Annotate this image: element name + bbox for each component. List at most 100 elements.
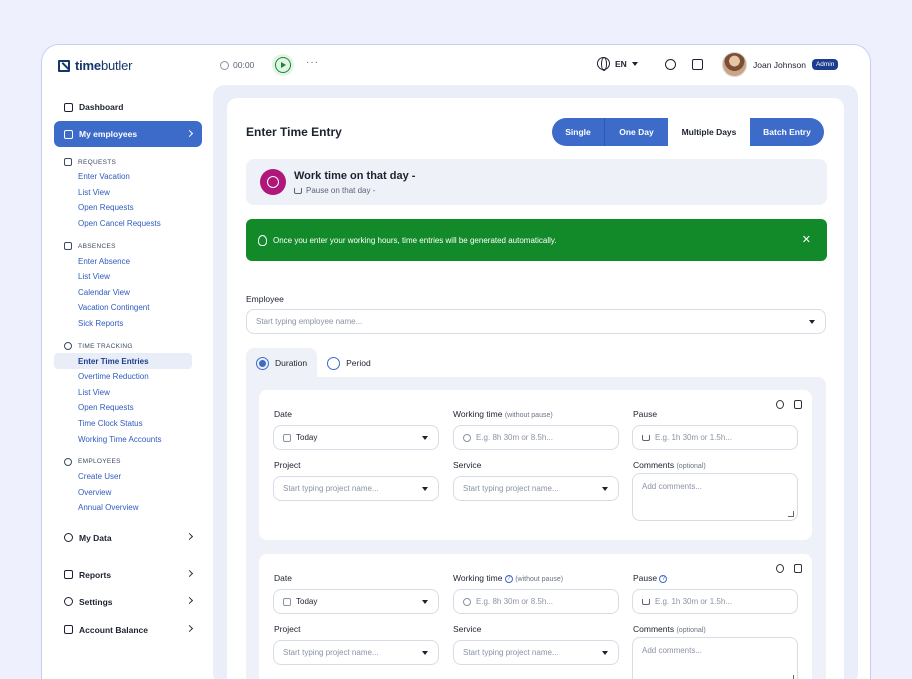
calendar-icon: [283, 433, 291, 442]
employee-placeholder: Start typing employee name...: [256, 317, 363, 326]
coffee-icon: [642, 434, 650, 441]
mode-single-button[interactable]: Single: [552, 118, 605, 146]
chevron-down-icon: [422, 487, 428, 491]
date-select[interactable]: Today: [273, 589, 439, 614]
sidebar-item-label: Settings: [79, 596, 113, 607]
sidebar-item-overview[interactable]: Overview: [54, 485, 202, 501]
more-menu-button[interactable]: ···: [306, 57, 319, 68]
sidebar-item-time-clock-status[interactable]: Time Clock Status: [54, 416, 202, 432]
help-icon[interactable]: ?: [504, 574, 513, 583]
project-select[interactable]: Start typing project name...: [273, 640, 439, 665]
close-icon[interactable]: ✕: [802, 233, 811, 246]
pause-input[interactable]: E.g. 1h 30m or 1.5h...: [632, 589, 798, 614]
service-select[interactable]: Start typing project name...: [453, 640, 619, 665]
section-title: EMPLOYEES: [78, 458, 121, 466]
mode-one-day-button[interactable]: One Day: [605, 118, 668, 146]
pause-placeholder: E.g. 1h 30m or 1.5h...: [655, 597, 732, 606]
sidebar-item-enter-vacation[interactable]: Enter Vacation: [54, 169, 202, 185]
working-time-placeholder: E.g. 8h 30m or 8.5h...: [476, 433, 553, 442]
chevron-down-icon: [809, 320, 815, 324]
clock-icon: [463, 597, 471, 606]
mode-batch-entry-button[interactable]: Batch Entry: [750, 118, 824, 146]
sidebar-item-vacation-contingent[interactable]: Vacation Contingent: [54, 300, 202, 316]
sidebar-item-time-list-view[interactable]: List View: [54, 385, 202, 401]
user-menu[interactable]: Joan Johnson Admin: [722, 52, 839, 77]
coffee-icon: [642, 598, 650, 605]
sidebar-item-my-employees[interactable]: My employees: [54, 121, 202, 147]
sidebar-item-open-cancel-requests[interactable]: Open Cancel Requests: [54, 216, 202, 232]
chart-icon: [64, 570, 73, 580]
calendar-icon: [283, 597, 291, 606]
section-requests: REQUESTS: [54, 155, 202, 169]
timer-display: 00:00: [220, 60, 254, 70]
date-value: Today: [296, 597, 318, 606]
mode-multiple-days-button[interactable]: Multiple Days: [668, 118, 750, 146]
pause-label: Pause: [633, 409, 658, 419]
sidebar-item-account-balance[interactable]: Account Balance: [54, 620, 202, 640]
employee-select[interactable]: Start typing employee name...: [246, 309, 826, 334]
sidebar-item-my-data[interactable]: My Data: [54, 528, 202, 548]
tab-duration[interactable]: Duration: [246, 348, 318, 378]
date-label: Date: [274, 409, 292, 419]
tab-period[interactable]: Period: [317, 348, 381, 378]
timer-value: 00:00: [233, 60, 255, 70]
radio-duration[interactable]: [256, 356, 269, 370]
service-label: Service: [453, 460, 482, 470]
sidebar-item-calendar-view[interactable]: Calendar View: [54, 285, 202, 301]
lightbulb-icon: [258, 234, 267, 246]
trash-icon[interactable]: [794, 564, 802, 573]
page-title: Enter Time Entry: [246, 125, 342, 139]
logo[interactable]: timebutler: [58, 58, 132, 73]
help-icon[interactable]: ?: [659, 574, 668, 583]
employees-icon: [64, 129, 73, 139]
calendar-icon: [64, 242, 72, 251]
comments-textarea[interactable]: Add comments...: [632, 473, 798, 521]
trash-icon[interactable]: [794, 400, 802, 409]
sidebar-item-overtime-reduction[interactable]: Overtime Reduction: [54, 369, 202, 385]
chevron-right-icon: [185, 624, 194, 632]
working-time-input[interactable]: E.g. 8h 30m or 8.5h...: [453, 425, 619, 450]
coffee-icon: [294, 187, 302, 194]
language-selector[interactable]: EN: [597, 57, 638, 71]
section-title: REQUESTS: [78, 158, 117, 166]
project-select[interactable]: Start typing project name...: [273, 476, 439, 501]
working-time-label: Working time ? (without pause): [453, 573, 564, 583]
entry-tools: [776, 564, 802, 573]
sidebar: Dashboard My employees REQUESTS Enter Va…: [54, 97, 202, 640]
copy-icon[interactable]: [776, 400, 784, 409]
comments-textarea[interactable]: Add comments...: [632, 637, 798, 679]
chevron-right-icon: [185, 532, 194, 540]
sidebar-item-enter-absence[interactable]: Enter Absence: [54, 253, 202, 269]
pause-input[interactable]: E.g. 1h 30m or 1.5h...: [632, 425, 798, 450]
radio-period[interactable]: [327, 356, 341, 370]
chevron-down-icon: [422, 436, 428, 440]
mail-icon[interactable]: [692, 59, 703, 70]
globe-icon: [597, 57, 610, 71]
sidebar-item-settings[interactable]: Settings: [54, 592, 202, 612]
sidebar-item-reports[interactable]: Reports: [54, 565, 202, 585]
sidebar-item-time-open-requests[interactable]: Open Requests: [54, 400, 202, 416]
sidebar-item-absences-list-view[interactable]: List View: [54, 269, 202, 285]
sidebar-item-sick-reports[interactable]: Sick Reports: [54, 316, 202, 332]
wallet-icon: [64, 625, 73, 635]
sidebar-item-enter-time-entries[interactable]: Enter Time Entries: [54, 353, 192, 369]
copy-icon[interactable]: [776, 564, 784, 573]
working-time-placeholder: E.g. 8h 30m or 8.5h...: [476, 597, 553, 606]
entry-mode-switch: Single One Day Multiple Days Batch Entry: [552, 118, 824, 146]
sidebar-item-open-requests[interactable]: Open Requests: [54, 200, 202, 216]
start-timer-button[interactable]: [272, 54, 294, 76]
date-label: Date: [274, 573, 292, 583]
project-label: Project: [274, 460, 301, 470]
project-placeholder: Start typing project name...: [283, 648, 379, 657]
sidebar-item-working-time-accounts[interactable]: Working Time Accounts: [54, 431, 202, 447]
service-select[interactable]: Start typing project name...: [453, 476, 619, 501]
sidebar-item-annual-overview[interactable]: Annual Overview: [54, 500, 202, 516]
info-alert: Once you enter your working hours, time …: [246, 219, 827, 261]
sidebar-item-create-user[interactable]: Create User: [54, 469, 202, 485]
print-icon[interactable]: [665, 59, 676, 70]
date-select[interactable]: Today: [273, 425, 439, 450]
working-time-input[interactable]: E.g. 8h 30m or 8.5h...: [453, 589, 619, 614]
sidebar-item-requests-list-view[interactable]: List View: [54, 185, 202, 201]
section-title: ABSENCES: [78, 242, 116, 250]
sidebar-item-dashboard[interactable]: Dashboard: [54, 97, 202, 117]
